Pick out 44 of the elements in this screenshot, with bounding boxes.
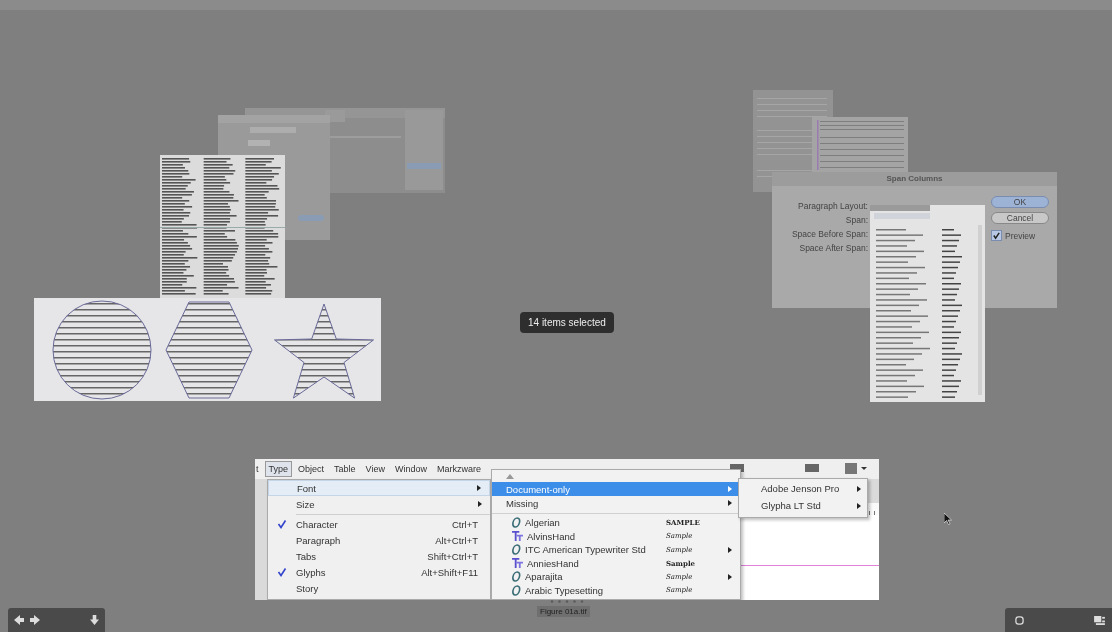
menu-item[interactable]: Character Ctrl+T bbox=[268, 516, 490, 532]
page-indicator-icon bbox=[550, 600, 584, 603]
menu-bar-item[interactable]: Table bbox=[330, 461, 360, 477]
opentype-font-icon bbox=[512, 544, 521, 556]
opentype-font-icon bbox=[512, 584, 521, 596]
opentype-font-icon bbox=[512, 571, 521, 583]
menu-item[interactable]: Font bbox=[268, 480, 490, 496]
dialog-title: Span Columns bbox=[772, 172, 1057, 186]
scroll-up-arrow-icon bbox=[506, 473, 514, 479]
truetype-font-icon bbox=[512, 531, 523, 542]
submenu-arrow-icon bbox=[728, 486, 732, 492]
previous-arrow-icon[interactable] bbox=[14, 615, 24, 625]
menu-bar-item[interactable]: Markzware bbox=[432, 461, 485, 477]
index-sheet-icon[interactable] bbox=[1094, 615, 1105, 625]
selection-badge: 14 items selected bbox=[520, 312, 614, 333]
dialog-button[interactable]: Cancel bbox=[991, 212, 1049, 224]
truetype-font-icon bbox=[512, 558, 523, 569]
mouse-pointer-icon bbox=[944, 513, 952, 525]
menu-item[interactable]: Paragraph Alt+Ctrl+T bbox=[268, 532, 490, 548]
rounded-square-icon[interactable] bbox=[1015, 615, 1024, 625]
preview-checkbox[interactable] bbox=[991, 230, 1002, 241]
submenu-arrow-icon bbox=[728, 500, 732, 506]
menu-item[interactable]: Missing bbox=[492, 496, 740, 510]
field-label: Paragraph Layout: bbox=[798, 200, 868, 212]
menu-item[interactable]: Adobe Jenson Pro bbox=[739, 480, 867, 497]
down-arrow-icon[interactable] bbox=[90, 615, 99, 625]
field-label: Span: bbox=[845, 214, 868, 226]
file-name-label: Figure 01a.tif bbox=[537, 606, 590, 617]
checkbox-label: Preview bbox=[1005, 230, 1036, 241]
menu-item[interactable]: Story bbox=[268, 580, 490, 596]
next-arrow-icon[interactable] bbox=[30, 615, 40, 625]
menu-bar-item[interactable]: Object bbox=[294, 461, 329, 477]
opentype-font-icon bbox=[512, 517, 521, 529]
menu-bar-item[interactable]: Type bbox=[264, 461, 293, 477]
menu-bar-item[interactable]: t bbox=[255, 461, 263, 477]
menu-item[interactable]: Tabs Shift+Ctrl+T bbox=[268, 548, 490, 564]
field-label: Space Before Span: bbox=[791, 228, 868, 240]
field-label: Space After Span: bbox=[799, 242, 868, 254]
menu-bar-item[interactable]: View bbox=[361, 461, 389, 477]
menu-bar-item[interactable]: Window bbox=[390, 461, 431, 477]
dialog-button[interactable]: OK bbox=[991, 196, 1049, 208]
menu-item[interactable]: Glypha LT Std bbox=[739, 497, 867, 514]
menu-item[interactable]: Glyphs Alt+Shift+F11 bbox=[268, 564, 490, 580]
menu-item[interactable]: Size bbox=[268, 496, 490, 512]
